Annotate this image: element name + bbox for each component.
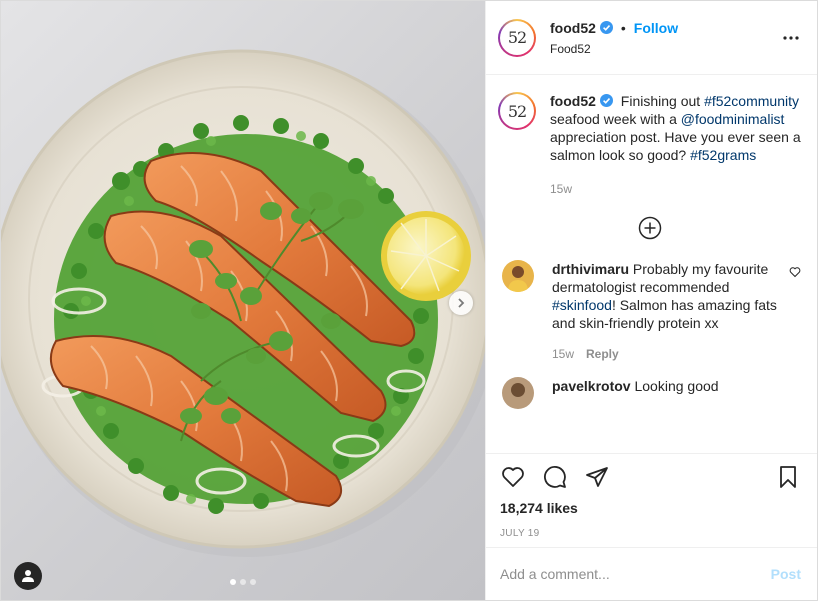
post-date: JULY 19 [500, 528, 540, 539]
user-tag-button[interactable] [14, 562, 42, 590]
chevron-right-icon [458, 298, 465, 308]
lemon-slice [381, 211, 471, 301]
commenter-username[interactable]: pavelkrotov [552, 378, 631, 394]
hashtag-link[interactable]: #skinfood [552, 297, 612, 313]
account-display-name: Food52 [550, 41, 591, 56]
comment-input[interactable] [500, 566, 771, 582]
account-username[interactable]: food52 [550, 20, 596, 36]
caption-text: appreciation post. Have you ever seen a … [550, 129, 801, 163]
post-sidebar: 52 food52 • Follow Food52 52 food52 Fini… [485, 1, 817, 600]
salmon-dish-image [1, 49, 485, 557]
instagram-post: 52 food52 • Follow Food52 52 food52 Fini… [0, 0, 818, 601]
commenter-username[interactable]: drthivimaru [552, 261, 629, 277]
carousel-dot [240, 579, 246, 585]
next-photo-button[interactable] [449, 291, 473, 315]
separator-bullet: • [620, 19, 626, 36]
post-actions: 18,274 likes JULY 19 [486, 453, 817, 539]
share-button[interactable] [584, 464, 610, 490]
comment-timestamp: 15w [552, 347, 575, 361]
mention-link[interactable]: @foodminimalist [681, 111, 785, 127]
account-avatar[interactable]: 52 [498, 18, 536, 57]
verified-badge-icon [599, 94, 613, 107]
hashtag-link[interactable]: #f52grams [690, 147, 756, 163]
reply-button[interactable]: Reply [586, 345, 619, 363]
comment-button[interactable] [542, 464, 568, 490]
comment-text: Looking good [634, 378, 719, 394]
caption-timestamp: 15w [550, 182, 573, 196]
follow-button[interactable]: Follow [634, 20, 678, 36]
comments-section[interactable]: 52 food52 Finishing out #f52community se… [486, 76, 817, 453]
comment-like-icon[interactable] [789, 266, 801, 278]
account-logo-text: 52 [507, 28, 527, 47]
caption-text: Finishing out [620, 93, 701, 109]
caption-text: seafood week with a [550, 111, 677, 127]
verified-badge-icon [599, 21, 613, 34]
post-header: 52 food52 • Follow Food52 [486, 1, 817, 75]
comment-item: drthivimaru Probably my favourite dermat… [498, 260, 801, 363]
save-button[interactable] [775, 464, 801, 490]
load-more-comments-icon[interactable] [638, 216, 662, 240]
comment-icon [544, 466, 566, 488]
carousel-dot [230, 579, 236, 585]
share-icon [586, 467, 608, 487]
caption-avatar[interactable]: 52 [498, 92, 536, 130]
post-comment-button[interactable]: Post [771, 566, 801, 582]
commenter-avatar[interactable] [502, 377, 534, 409]
carousel-dot [250, 579, 256, 585]
post-caption: 52 food52 Finishing out #f52community se… [498, 92, 801, 198]
more-options-icon [783, 35, 799, 40]
more-options-button[interactable] [781, 28, 801, 48]
bookmark-icon [780, 466, 796, 488]
caption-username[interactable]: food52 [550, 93, 596, 109]
likes-count[interactable]: 18,274 likes [500, 500, 801, 516]
post-photo[interactable] [1, 1, 485, 600]
commenter-avatar[interactable] [502, 260, 534, 292]
add-comment-bar: Post [486, 547, 817, 600]
caption-logo-text: 52 [507, 101, 527, 121]
comment-item: pavelkrotov Looking good [498, 377, 801, 409]
heart-icon [502, 467, 524, 487]
hashtag-link[interactable]: #f52community [704, 93, 799, 109]
like-button[interactable] [500, 464, 526, 490]
carousel-indicator [1, 579, 485, 585]
